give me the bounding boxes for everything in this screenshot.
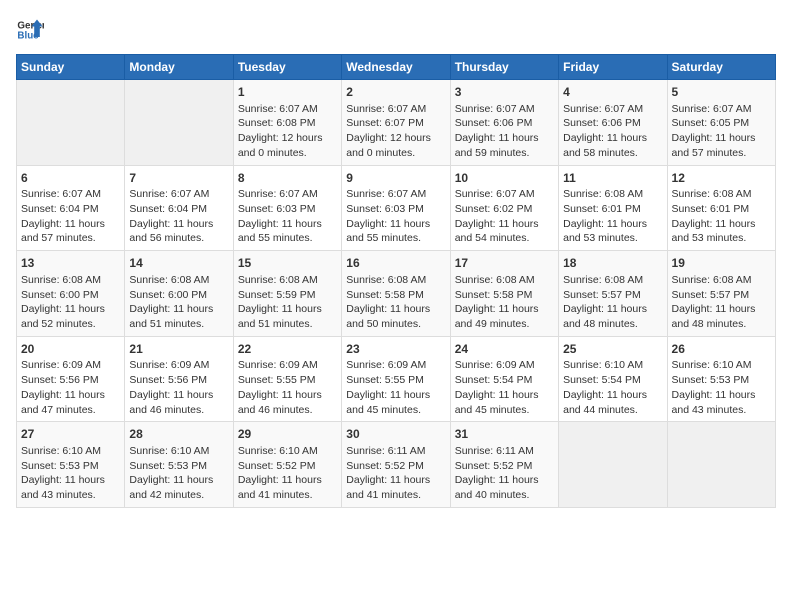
day-number: 28 [129, 426, 228, 443]
weekday-header-friday: Friday [559, 55, 667, 80]
day-number: 5 [672, 84, 771, 101]
day-number: 7 [129, 170, 228, 187]
day-number: 8 [238, 170, 337, 187]
day-number: 31 [455, 426, 554, 443]
calendar-cell: 6Sunrise: 6:07 AMSunset: 6:04 PMDaylight… [17, 165, 125, 251]
calendar-cell [17, 80, 125, 166]
day-number: 14 [129, 255, 228, 272]
calendar-cell [125, 80, 233, 166]
calendar-cell: 26Sunrise: 6:10 AMSunset: 5:53 PMDayligh… [667, 336, 775, 422]
day-number: 12 [672, 170, 771, 187]
day-number: 3 [455, 84, 554, 101]
calendar-cell: 30Sunrise: 6:11 AMSunset: 5:52 PMDayligh… [342, 422, 450, 508]
calendar-cell: 29Sunrise: 6:10 AMSunset: 5:52 PMDayligh… [233, 422, 341, 508]
day-number: 19 [672, 255, 771, 272]
calendar-cell: 2Sunrise: 6:07 AMSunset: 6:07 PMDaylight… [342, 80, 450, 166]
calendar-cell: 21Sunrise: 6:09 AMSunset: 5:56 PMDayligh… [125, 336, 233, 422]
day-number: 4 [563, 84, 662, 101]
calendar-cell: 20Sunrise: 6:09 AMSunset: 5:56 PMDayligh… [17, 336, 125, 422]
day-number: 25 [563, 341, 662, 358]
day-number: 21 [129, 341, 228, 358]
weekday-header-saturday: Saturday [667, 55, 775, 80]
day-number: 29 [238, 426, 337, 443]
calendar-cell: 10Sunrise: 6:07 AMSunset: 6:02 PMDayligh… [450, 165, 558, 251]
logo: General Blue [16, 16, 44, 44]
weekday-header-sunday: Sunday [17, 55, 125, 80]
day-number: 15 [238, 255, 337, 272]
calendar-cell: 28Sunrise: 6:10 AMSunset: 5:53 PMDayligh… [125, 422, 233, 508]
weekday-header-row: SundayMondayTuesdayWednesdayThursdayFrid… [17, 55, 776, 80]
day-number: 27 [21, 426, 120, 443]
day-number: 23 [346, 341, 445, 358]
calendar-cell: 16Sunrise: 6:08 AMSunset: 5:58 PMDayligh… [342, 251, 450, 337]
day-number: 13 [21, 255, 120, 272]
day-number: 16 [346, 255, 445, 272]
day-number: 30 [346, 426, 445, 443]
calendar-cell: 5Sunrise: 6:07 AMSunset: 6:05 PMDaylight… [667, 80, 775, 166]
weekday-header-thursday: Thursday [450, 55, 558, 80]
calendar-week-4: 20Sunrise: 6:09 AMSunset: 5:56 PMDayligh… [17, 336, 776, 422]
calendar-cell: 17Sunrise: 6:08 AMSunset: 5:58 PMDayligh… [450, 251, 558, 337]
calendar-cell: 9Sunrise: 6:07 AMSunset: 6:03 PMDaylight… [342, 165, 450, 251]
calendar-cell: 23Sunrise: 6:09 AMSunset: 5:55 PMDayligh… [342, 336, 450, 422]
weekday-header-tuesday: Tuesday [233, 55, 341, 80]
calendar-cell: 13Sunrise: 6:08 AMSunset: 6:00 PMDayligh… [17, 251, 125, 337]
calendar-cell [667, 422, 775, 508]
day-number: 26 [672, 341, 771, 358]
calendar-week-2: 6Sunrise: 6:07 AMSunset: 6:04 PMDaylight… [17, 165, 776, 251]
calendar-cell: 12Sunrise: 6:08 AMSunset: 6:01 PMDayligh… [667, 165, 775, 251]
calendar-cell: 22Sunrise: 6:09 AMSunset: 5:55 PMDayligh… [233, 336, 341, 422]
calendar-cell: 19Sunrise: 6:08 AMSunset: 5:57 PMDayligh… [667, 251, 775, 337]
day-number: 10 [455, 170, 554, 187]
calendar-cell [559, 422, 667, 508]
page-container: General Blue SundayMondayTuesdayWednesda… [0, 0, 792, 516]
logo-icon: General Blue [16, 16, 44, 44]
calendar-cell: 27Sunrise: 6:10 AMSunset: 5:53 PMDayligh… [17, 422, 125, 508]
calendar-cell: 3Sunrise: 6:07 AMSunset: 6:06 PMDaylight… [450, 80, 558, 166]
weekday-header-monday: Monday [125, 55, 233, 80]
day-number: 6 [21, 170, 120, 187]
day-number: 22 [238, 341, 337, 358]
calendar-cell: 25Sunrise: 6:10 AMSunset: 5:54 PMDayligh… [559, 336, 667, 422]
calendar-cell: 8Sunrise: 6:07 AMSunset: 6:03 PMDaylight… [233, 165, 341, 251]
calendar-cell: 18Sunrise: 6:08 AMSunset: 5:57 PMDayligh… [559, 251, 667, 337]
calendar-week-3: 13Sunrise: 6:08 AMSunset: 6:00 PMDayligh… [17, 251, 776, 337]
calendar-cell: 31Sunrise: 6:11 AMSunset: 5:52 PMDayligh… [450, 422, 558, 508]
calendar-week-5: 27Sunrise: 6:10 AMSunset: 5:53 PMDayligh… [17, 422, 776, 508]
day-number: 18 [563, 255, 662, 272]
calendar-week-1: 1Sunrise: 6:07 AMSunset: 6:08 PMDaylight… [17, 80, 776, 166]
calendar-table: SundayMondayTuesdayWednesdayThursdayFrid… [16, 54, 776, 508]
calendar-cell: 11Sunrise: 6:08 AMSunset: 6:01 PMDayligh… [559, 165, 667, 251]
day-number: 2 [346, 84, 445, 101]
calendar-cell: 14Sunrise: 6:08 AMSunset: 6:00 PMDayligh… [125, 251, 233, 337]
day-number: 24 [455, 341, 554, 358]
day-number: 20 [21, 341, 120, 358]
day-number: 1 [238, 84, 337, 101]
calendar-cell: 1Sunrise: 6:07 AMSunset: 6:08 PMDaylight… [233, 80, 341, 166]
calendar-cell: 7Sunrise: 6:07 AMSunset: 6:04 PMDaylight… [125, 165, 233, 251]
calendar-cell: 15Sunrise: 6:08 AMSunset: 5:59 PMDayligh… [233, 251, 341, 337]
calendar-cell: 24Sunrise: 6:09 AMSunset: 5:54 PMDayligh… [450, 336, 558, 422]
day-number: 11 [563, 170, 662, 187]
day-number: 17 [455, 255, 554, 272]
day-number: 9 [346, 170, 445, 187]
weekday-header-wednesday: Wednesday [342, 55, 450, 80]
calendar-cell: 4Sunrise: 6:07 AMSunset: 6:06 PMDaylight… [559, 80, 667, 166]
page-header: General Blue [16, 16, 776, 44]
